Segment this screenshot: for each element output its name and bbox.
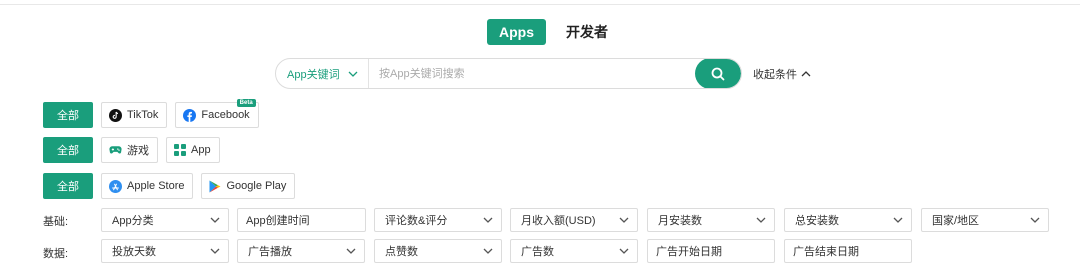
grid-icon bbox=[174, 144, 186, 156]
search-button[interactable] bbox=[695, 59, 741, 88]
top-divider bbox=[0, 0, 1080, 5]
reviews-rating-select[interactable]: 评论数&评分 bbox=[374, 208, 502, 232]
tiktok-icon bbox=[109, 108, 122, 122]
total-installs-label: 总安装数 bbox=[795, 215, 839, 227]
platform-tiktok-label: TikTok bbox=[127, 109, 159, 121]
monthly-installs-label: 月安装数 bbox=[658, 215, 702, 227]
likes-select[interactable]: 点赞数 bbox=[374, 239, 502, 263]
facebook-icon bbox=[183, 108, 197, 122]
monthly-revenue-select[interactable]: 月收入额(USD) bbox=[510, 208, 638, 232]
search-icon bbox=[711, 67, 725, 80]
data-filters-title: 数据: bbox=[43, 248, 69, 260]
reviews-rating-label: 评论数&评分 bbox=[385, 215, 448, 227]
basic-filters-label: 基础: bbox=[43, 213, 101, 229]
ad-start-date-input[interactable]: 广告开始日期 bbox=[647, 239, 775, 263]
country-region-select[interactable]: 国家/地区 bbox=[921, 208, 1049, 232]
type-games-label: 游戏 bbox=[127, 145, 149, 157]
search-scope-select[interactable]: App关键词 bbox=[276, 59, 369, 88]
search-scope-label: App关键词 bbox=[287, 68, 340, 81]
chevron-down-icon bbox=[210, 217, 220, 223]
monthly-installs-select[interactable]: 月安装数 bbox=[647, 208, 775, 232]
tab-developers[interactable]: 开发者 bbox=[564, 19, 610, 45]
basic-filters-title: 基础: bbox=[43, 216, 69, 228]
ad-count-label: 广告数 bbox=[521, 246, 554, 258]
type-app-label: App bbox=[191, 144, 211, 156]
total-installs-select[interactable]: 总安装数 bbox=[784, 208, 912, 232]
search-input[interactable] bbox=[369, 59, 695, 88]
store-apple[interactable]: Apple Store bbox=[101, 173, 194, 199]
chevron-down-icon bbox=[756, 217, 766, 223]
chevron-down-icon bbox=[483, 217, 493, 223]
chevron-down-icon bbox=[893, 217, 903, 223]
chevron-up-icon bbox=[801, 71, 811, 77]
chevron-down-icon bbox=[210, 248, 220, 254]
beta-badge: Beta bbox=[236, 99, 256, 107]
type-games[interactable]: 游戏 bbox=[101, 137, 158, 163]
ad-count-select[interactable]: 广告数 bbox=[510, 239, 638, 263]
likes-label: 点赞数 bbox=[385, 246, 418, 258]
app-category-select[interactable]: App分类 bbox=[101, 208, 229, 232]
app-category-label: App分类 bbox=[112, 215, 154, 227]
ad-end-date-label: 广告结束日期 bbox=[793, 246, 859, 258]
app-created-date-label: App创建时间 bbox=[246, 215, 310, 227]
chevron-down-icon bbox=[483, 248, 493, 254]
chevron-down-icon bbox=[348, 71, 358, 77]
ad-plays-label: 广告播放 bbox=[248, 246, 292, 258]
store-google-play-label: Google Play bbox=[226, 180, 287, 192]
ad-plays-select[interactable]: 广告播放 bbox=[237, 239, 365, 263]
store-google-play[interactable]: Google Play bbox=[201, 173, 296, 199]
ad-end-date-input[interactable]: 广告结束日期 bbox=[784, 239, 912, 263]
search-bar: App关键词 bbox=[275, 58, 742, 89]
chevron-down-icon bbox=[619, 248, 629, 254]
app-created-date-input[interactable]: App创建时间 bbox=[237, 208, 366, 232]
google-play-icon bbox=[209, 180, 221, 192]
chevron-down-icon bbox=[1030, 217, 1040, 223]
platform-filter-row: 全部 TikTok Facebook Beta bbox=[43, 99, 259, 128]
data-filters-label: 数据: bbox=[43, 245, 101, 261]
tab-apps[interactable]: Apps bbox=[487, 19, 546, 45]
ad-days-label: 投放天数 bbox=[112, 246, 156, 258]
ad-start-date-label: 广告开始日期 bbox=[656, 246, 722, 258]
ad-days-select[interactable]: 投放天数 bbox=[101, 239, 229, 263]
platform-facebook-label: Facebook bbox=[201, 109, 250, 121]
collapse-filters-toggle[interactable]: 收起条件 bbox=[753, 66, 811, 82]
collapse-label: 收起条件 bbox=[753, 69, 797, 81]
platform-facebook[interactable]: Facebook Beta bbox=[175, 99, 259, 128]
platform-tiktok[interactable]: TikTok bbox=[101, 102, 168, 128]
store-all-button[interactable]: 全部 bbox=[43, 173, 93, 199]
platform-all-button[interactable]: 全部 bbox=[43, 102, 93, 128]
store-filter-row: 全部 Apple Store Google Play bbox=[43, 173, 296, 199]
gamepad-icon bbox=[109, 146, 122, 154]
chevron-down-icon bbox=[619, 217, 629, 223]
country-region-label: 国家/地区 bbox=[932, 215, 980, 227]
type-all-button[interactable]: 全部 bbox=[43, 137, 93, 163]
type-app[interactable]: App bbox=[166, 137, 220, 163]
chevron-down-icon bbox=[346, 248, 356, 254]
store-apple-label: Apple Store bbox=[127, 180, 185, 192]
type-filter-row: 全部 游戏 App bbox=[43, 137, 220, 163]
app-store-icon bbox=[109, 179, 122, 193]
mode-tabs: Apps 开发者 bbox=[487, 19, 610, 45]
monthly-revenue-label: 月收入额(USD) bbox=[521, 215, 596, 227]
